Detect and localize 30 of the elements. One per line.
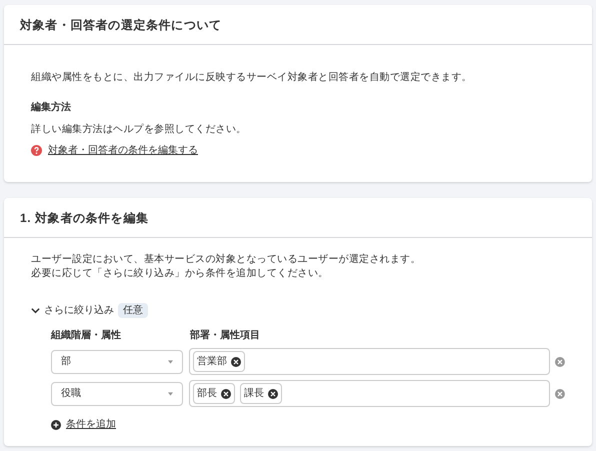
tag-chip: 課長	[240, 383, 282, 404]
attribute-select[interactable]: 役職	[51, 382, 184, 406]
dropdown-caret-icon	[168, 392, 174, 396]
description-line: 必要に応じて「さらに絞り込み」から条件を追加してください。	[31, 267, 330, 281]
add-condition-link[interactable]: 条件を追加	[66, 417, 116, 432]
remove-tag-icon[interactable]	[268, 388, 278, 398]
help-link[interactable]: 対象者・回答者の条件を編集する	[48, 143, 198, 158]
optional-badge: 任意	[118, 303, 148, 318]
tag-chip: 営業部	[193, 351, 246, 372]
tag-input[interactable]: 部長 課長	[189, 380, 550, 407]
help-text: 詳しい編集方法はヘルプを参照してください。	[31, 122, 248, 137]
chevron-icon	[31, 306, 40, 315]
column-header: 部署・属性項目	[190, 328, 260, 343]
card-title: 1. 対象者の条件を編集	[20, 210, 149, 226]
help-icon	[31, 145, 42, 156]
remove-tag-icon[interactable]	[221, 388, 232, 398]
column-header: 組織階層・属性	[51, 328, 122, 343]
attribute-select[interactable]: 部	[51, 350, 184, 374]
remove-row-icon[interactable]	[555, 356, 566, 366]
description: 組織や属性をもとに、出力ファイルに反映するサーベイ対象者と回答者を自動で選定できます。	[31, 70, 473, 85]
tag-chip: 部長	[193, 383, 236, 404]
filter-toggle[interactable]: さらに絞り込み	[31, 303, 114, 318]
tag-input[interactable]: 営業部	[189, 348, 550, 375]
card-title: 対象者・回答者の選定条件について	[20, 16, 222, 34]
section-heading: 編集方法	[31, 100, 72, 115]
dropdown-caret-icon	[168, 360, 174, 364]
description-line: ユーザー設定において、基本サービスの対象となっているユーザーが選定されます。	[31, 253, 422, 267]
remove-row-icon[interactable]	[555, 388, 566, 398]
add-icon	[51, 420, 61, 430]
remove-tag-icon[interactable]	[231, 356, 242, 366]
